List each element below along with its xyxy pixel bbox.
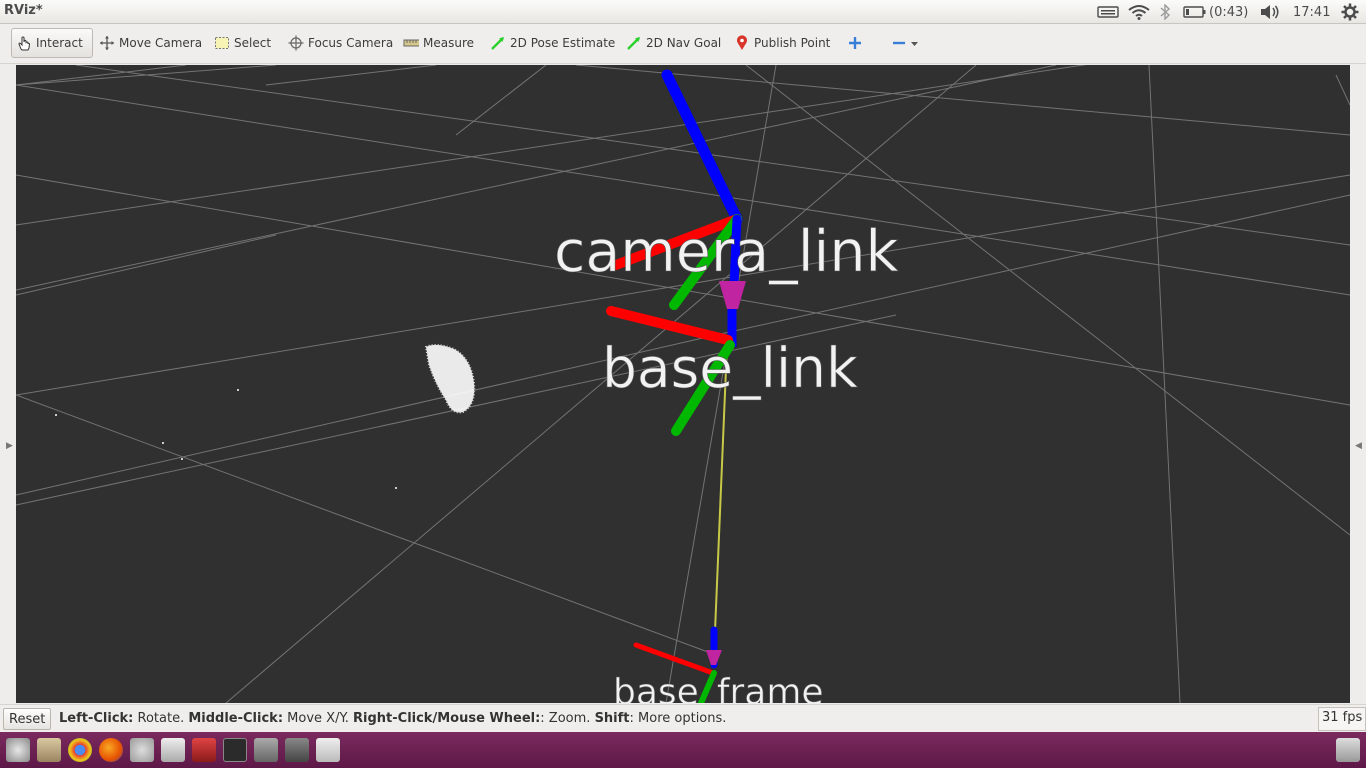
camera-link-label: camera_link — [554, 219, 899, 285]
help-shift-val: : More options. — [629, 711, 727, 726]
3d-render-viewport[interactable]: camera_link base_link base_frame — [16, 65, 1350, 703]
clock[interactable]: 17:41 — [1293, 3, 1330, 21]
volume-icon[interactable] — [1259, 3, 1281, 21]
chevron-down-icon — [909, 35, 919, 51]
remove-tool-button[interactable] — [887, 28, 923, 58]
base-frame-label: base_frame — [613, 672, 824, 703]
help-right-val: : Zoom. — [540, 711, 595, 726]
keyboard-icon[interactable] — [1097, 3, 1119, 21]
battery-icon — [1183, 6, 1206, 18]
help-shift-key: Shift — [594, 711, 630, 726]
publish-point-tool-button[interactable]: Publish Point — [730, 28, 834, 58]
nav-goal-arrow-icon — [626, 35, 642, 51]
2d-pose-estimate-tool-button[interactable]: 2D Pose Estimate — [486, 28, 619, 58]
2d-nav-goal-label: 2D Nav Goal — [646, 36, 722, 50]
window-app-icon[interactable] — [285, 738, 309, 762]
battery-indicator[interactable]: (0:43) — [1183, 3, 1248, 21]
2d-pose-estimate-label: 2D Pose Estimate — [510, 36, 616, 50]
help-mid-key: Middle-Click: — [188, 711, 284, 726]
battery-time: (0:43) — [1209, 4, 1249, 20]
point-cloud — [55, 343, 476, 489]
publish-point-label: Publish Point — [754, 36, 831, 50]
move-camera-icon — [99, 35, 115, 51]
add-tool-button[interactable] — [843, 28, 867, 58]
fps-counter: 31 fps — [1318, 707, 1366, 731]
rviz-app-icon[interactable] — [254, 738, 278, 762]
left-panel-collapse-icon[interactable]: ▶ — [6, 441, 14, 453]
help-mid-val: Move X/Y. — [283, 711, 354, 726]
interact-tool-button[interactable]: Interact — [11, 28, 93, 58]
settings-icon[interactable] — [130, 738, 154, 762]
focus-camera-label: Focus Camera — [308, 36, 394, 50]
focus-crosshair-icon — [288, 35, 304, 51]
measure-label: Measure — [423, 36, 474, 50]
status-bar: Reset Left-Click: Rotate. Middle-Click: … — [0, 704, 1366, 732]
window-title: RViz* — [4, 3, 43, 18]
firefox-icon[interactable] — [99, 738, 123, 762]
tool-bar: Interact Move Camera Select Focus Camera… — [0, 24, 1366, 64]
help-left-key: Left-Click: — [59, 711, 134, 726]
help-text: Left-Click: Rotate. Middle-Click: Move X… — [59, 711, 726, 726]
move-camera-label: Move Camera — [119, 36, 203, 50]
map-pin-icon — [734, 35, 750, 51]
scene-canvas: camera_link base_link base_frame — [16, 65, 1350, 703]
terminal-icon[interactable] — [223, 738, 247, 762]
storage-icon[interactable] — [316, 738, 340, 762]
chrome-icon[interactable] — [68, 738, 92, 762]
top-panel: RViz* (0:43) 17:41 — [0, 0, 1366, 24]
help-right-key: Right-Click/Mouse Wheel: — [353, 711, 541, 726]
help-left-val: Rotate. — [133, 711, 189, 726]
measure-tool-button[interactable]: Measure — [399, 28, 478, 58]
interact-label: Interact — [36, 36, 83, 50]
right-panel-collapse-icon[interactable]: ◀ — [1355, 441, 1363, 453]
select-rectangle-icon — [214, 35, 230, 51]
pose-arrow-icon — [490, 35, 506, 51]
2d-nav-goal-tool-button[interactable]: 2D Nav Goal — [622, 28, 725, 58]
reset-button[interactable]: Reset — [3, 708, 52, 730]
move-camera-tool-button[interactable]: Move Camera — [95, 28, 206, 58]
media-app-icon[interactable] — [161, 738, 185, 762]
system-gear-icon[interactable] — [1341, 3, 1359, 21]
wifi-icon[interactable] — [1128, 3, 1150, 21]
select-label: Select — [234, 36, 272, 50]
base-link-label: base_link — [602, 336, 858, 400]
launcher-bar — [0, 732, 1366, 768]
ruler-icon — [403, 35, 419, 51]
red-app-icon[interactable] — [192, 738, 216, 762]
plus-icon — [847, 35, 863, 51]
trash-icon[interactable] — [1336, 738, 1360, 762]
minus-icon — [891, 35, 907, 51]
focus-camera-tool-button[interactable]: Focus Camera — [284, 28, 397, 58]
select-tool-button[interactable]: Select — [210, 28, 275, 58]
ubuntu-logo-icon[interactable] — [6, 738, 30, 762]
hand-pointer-icon — [16, 35, 32, 51]
bluetooth-icon[interactable] — [1159, 3, 1171, 21]
files-icon[interactable] — [37, 738, 61, 762]
